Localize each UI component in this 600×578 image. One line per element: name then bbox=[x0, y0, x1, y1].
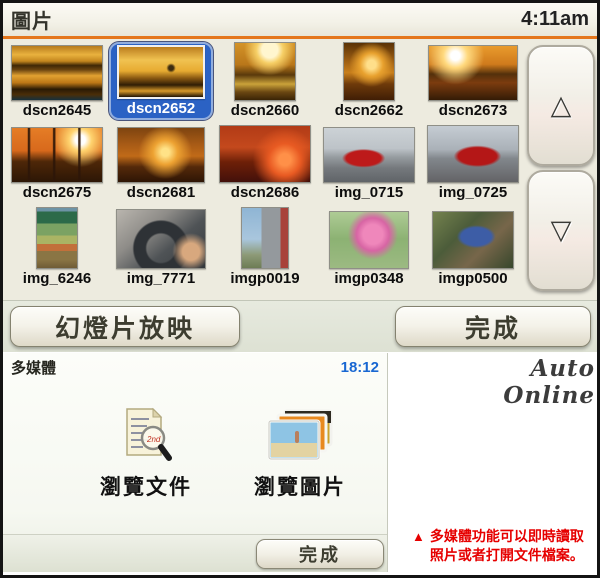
photo-item-dscn2660[interactable]: dscn2660 bbox=[213, 42, 317, 120]
photo-label: dscn2645 bbox=[23, 102, 91, 119]
photo-item-dscn2673[interactable]: dscn2673 bbox=[421, 42, 525, 120]
photo-thumbnail[interactable] bbox=[117, 45, 205, 99]
photo-label: dscn2652 bbox=[127, 100, 195, 117]
photo-thumbnail[interactable] bbox=[234, 42, 296, 101]
caption-line2: 照片或者打開文件檔案。 bbox=[430, 547, 584, 563]
page-title: 圖片 bbox=[11, 5, 53, 34]
photo-label: dscn2673 bbox=[439, 102, 507, 119]
media-clock-time: 18:12 bbox=[341, 359, 379, 376]
photo-thumbnail[interactable] bbox=[432, 211, 514, 269]
photo-label: img_7771 bbox=[127, 270, 195, 287]
scroll-down-icon: ▽ bbox=[551, 217, 572, 244]
slideshow-button[interactable]: 幻燈片放映 bbox=[10, 306, 240, 347]
caption-text: 多媒體功能可以即時讀取 照片或者打開文件檔案。 bbox=[430, 527, 584, 565]
red-triangle-icon: ▲ bbox=[412, 527, 425, 565]
photo-thumbnail[interactable] bbox=[323, 127, 415, 183]
photo-item-dscn2652-selected[interactable]: dscn2652 bbox=[109, 42, 213, 120]
photo-label: dscn2686 bbox=[231, 184, 299, 201]
photo-thumbnail[interactable] bbox=[343, 42, 395, 101]
browse-documents-label: 瀏覽文件 bbox=[100, 471, 192, 501]
photo-thumbnail[interactable] bbox=[117, 127, 205, 183]
photo-label: dscn2681 bbox=[127, 184, 195, 201]
gallery-toolbar: 幻燈片放映 完成 bbox=[3, 300, 597, 352]
photo-item-img0725[interactable]: img_0725 bbox=[421, 120, 525, 202]
scroll-up-icon: △ bbox=[551, 92, 572, 119]
photo-row: dscn2645 dscn2652 dscn2660 dscn2662 dscn… bbox=[5, 42, 527, 120]
gallery-panel: 圖片 4:11am dscn2645 dscn2652 dscn2660 bbox=[3, 3, 597, 352]
photo-label: imgp0348 bbox=[334, 270, 403, 287]
photo-item-img7771[interactable]: img_7771 bbox=[109, 202, 213, 288]
photo-label: dscn2660 bbox=[231, 102, 299, 119]
photo-label: dscn2675 bbox=[23, 184, 91, 201]
browse-pictures-button[interactable]: 瀏覽圖片 bbox=[225, 401, 375, 501]
photo-thumbnail[interactable] bbox=[11, 127, 103, 183]
photo-grid: dscn2645 dscn2652 dscn2660 dscn2662 dscn… bbox=[5, 42, 527, 288]
photo-item-dscn2675[interactable]: dscn2675 bbox=[5, 120, 109, 202]
document-search-icon: 2nd bbox=[117, 401, 175, 467]
caption-line1: 多媒體功能可以即時讀取 bbox=[430, 528, 584, 544]
photo-thumbnail[interactable] bbox=[11, 45, 103, 101]
photo-label: img_0725 bbox=[439, 184, 507, 201]
screenshot-frame: 圖片 4:11am dscn2645 dscn2652 dscn2660 bbox=[0, 0, 600, 578]
photo-label: img_0715 bbox=[335, 184, 403, 201]
scroll-down-button[interactable]: ▽ bbox=[527, 170, 595, 291]
doc-icon-scribble: 2nd bbox=[146, 435, 161, 444]
photo-thumbnail[interactable] bbox=[219, 125, 311, 183]
watermark-text: Auto Online bbox=[443, 355, 595, 409]
photo-item-dscn2681[interactable]: dscn2681 bbox=[109, 120, 213, 202]
photo-item-dscn2645[interactable]: dscn2645 bbox=[5, 42, 109, 120]
photo-item-dscn2662[interactable]: dscn2662 bbox=[317, 42, 421, 120]
photo-label: imgp0019 bbox=[230, 270, 299, 287]
media-bottom-bar: 完成 bbox=[3, 534, 387, 572]
caption-note: ▲ 多媒體功能可以即時讀取 照片或者打開文件檔案。 bbox=[412, 527, 584, 565]
photo-label: dscn2662 bbox=[335, 102, 403, 119]
done-button[interactable]: 完成 bbox=[395, 306, 591, 347]
photo-item-dscn2686[interactable]: dscn2686 bbox=[213, 120, 317, 202]
media-panel: 多媒體 18:12 2nd 瀏覽文件 bbox=[3, 353, 388, 572]
photo-thumbnail[interactable] bbox=[428, 45, 518, 101]
photo-label: img_6246 bbox=[23, 270, 91, 287]
photo-thumbnail[interactable] bbox=[36, 207, 78, 269]
photo-item-imgp0348[interactable]: imgp0348 bbox=[317, 202, 421, 288]
photo-stack-icon bbox=[265, 401, 335, 467]
media-header: 多媒體 18:12 bbox=[3, 353, 387, 381]
photo-thumbnail[interactable] bbox=[329, 211, 409, 269]
media-done-button[interactable]: 完成 bbox=[256, 539, 384, 569]
photo-row: img_6246 img_7771 imgp0019 imgp0348 imgp… bbox=[5, 202, 527, 288]
browse-documents-button[interactable]: 2nd 瀏覽文件 bbox=[71, 401, 221, 501]
media-title: 多媒體 bbox=[11, 357, 56, 378]
browse-pictures-label: 瀏覽圖片 bbox=[254, 471, 346, 501]
photo-row: dscn2675 dscn2681 dscn2686 img_0715 img_… bbox=[5, 120, 527, 202]
photo-thumbnail[interactable] bbox=[116, 209, 206, 269]
photo-item-imgp0500[interactable]: imgp0500 bbox=[421, 202, 525, 288]
gallery-header: 圖片 4:11am bbox=[3, 3, 597, 39]
photo-item-img6246[interactable]: img_6246 bbox=[5, 202, 109, 288]
photo-label: imgp0500 bbox=[438, 270, 507, 287]
photo-thumbnail[interactable] bbox=[241, 207, 289, 269]
photo-item-imgp0019[interactable]: imgp0019 bbox=[213, 202, 317, 288]
photo-thumbnail[interactable] bbox=[427, 125, 519, 183]
photo-item-img0715[interactable]: img_0715 bbox=[317, 120, 421, 202]
clock-time: 4:11am bbox=[521, 8, 589, 31]
scroll-up-button[interactable]: △ bbox=[527, 45, 595, 166]
